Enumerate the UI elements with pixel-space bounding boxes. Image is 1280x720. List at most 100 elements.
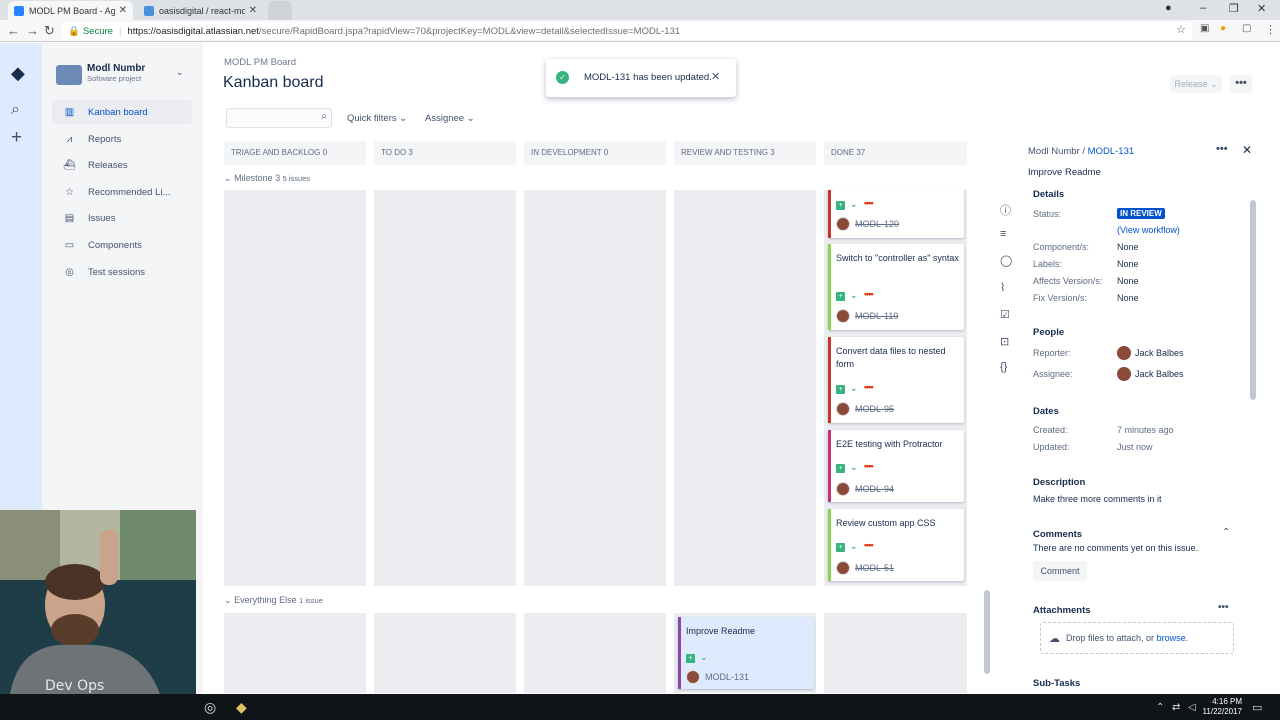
- close-window-icon[interactable]: ✕: [1257, 2, 1266, 15]
- issue-key[interactable]: MODL-131: [705, 672, 749, 682]
- description-icon[interactable]: ≡: [1000, 228, 1006, 240]
- attachment-dropzone[interactable]: ☁ Drop files to attach, or browse.: [1040, 622, 1234, 654]
- tab-label: MODL PM Board - Agile: [29, 5, 115, 16]
- notifications-icon[interactable]: ▭: [1252, 701, 1262, 714]
- tray-chevron-icon[interactable]: ⌃: [1156, 702, 1164, 713]
- detail-scrollbar[interactable]: [1250, 200, 1256, 400]
- dates-heading: Dates: [1033, 406, 1059, 417]
- create-icon[interactable]: +: [11, 127, 22, 149]
- extension-icon[interactable]: ▢: [1242, 23, 1251, 34]
- board-search-input[interactable]: ⌕: [226, 108, 332, 128]
- bookmark-star-icon[interactable]: ☆: [1176, 23, 1186, 36]
- sidebar-item-reports[interactable]: ⩘ Reports: [52, 127, 192, 151]
- start-icon[interactable]: ◎: [204, 699, 216, 716]
- assignee-value[interactable]: Jack Balbes: [1135, 369, 1184, 379]
- compass-icon: ◎: [65, 266, 74, 278]
- close-tab-icon[interactable]: ✕: [249, 5, 257, 16]
- address-bar-row: ← → ↻ 🔒 Secure | https://oasisdigital.at…: [0, 20, 1280, 42]
- collapse-icon[interactable]: ⌃: [1222, 527, 1230, 538]
- back-icon[interactable]: ←: [7, 23, 20, 38]
- extension-icon[interactable]: ●: [1220, 23, 1226, 34]
- release-button[interactable]: Release ⌄: [1170, 75, 1222, 93]
- card-color-bar: [828, 337, 831, 423]
- browse-link[interactable]: browse.: [1157, 633, 1189, 643]
- reload-icon[interactable]: ↻: [44, 23, 55, 39]
- project-name[interactable]: Modl Numbr: [87, 63, 145, 74]
- detail-more-icon[interactable]: •••: [1216, 143, 1228, 155]
- issue-card[interactable]: E2E testing with Protractor + ⌄ •••• MOD…: [828, 430, 964, 502]
- issue-card-selected[interactable]: Improve Readme + ⌄ MODL-131: [678, 617, 814, 689]
- issue-key[interactable]: MODL-94: [855, 484, 894, 494]
- comment-button[interactable]: Comment: [1033, 561, 1087, 581]
- field-value[interactable]: None: [1117, 293, 1139, 303]
- sidebar-item-kanban-board[interactable]: ▥ Kanban board: [52, 100, 192, 124]
- reporter-value[interactable]: Jack Balbes: [1135, 348, 1184, 358]
- app-icon[interactable]: ◆: [236, 699, 247, 716]
- info-icon[interactable]: ⓘ: [1000, 202, 1011, 218]
- issue-key[interactable]: MODL-119: [855, 311, 898, 321]
- issue-key-link[interactable]: MODL-131: [1088, 146, 1134, 157]
- minimize-icon[interactable]: –: [1200, 2, 1206, 14]
- board-more-button[interactable]: •••: [1230, 75, 1252, 93]
- issue-summary: Review custom app CSS: [836, 518, 936, 528]
- chrome-menu-icon[interactable]: ⋮: [1265, 23, 1276, 36]
- close-icon[interactable]: ✕: [1242, 143, 1252, 157]
- field-label: Labels:: [1033, 259, 1063, 269]
- story-icon: +: [836, 201, 845, 210]
- forward-icon[interactable]: →: [26, 23, 39, 38]
- sidebar-item-recommended-links[interactable]: ☆ Recommended Li...: [52, 180, 192, 204]
- maximize-icon[interactable]: ❐: [1229, 2, 1239, 15]
- url-input[interactable]: 🔒 Secure | https://oasisdigital.atlassia…: [62, 22, 1192, 40]
- description-text[interactable]: Make three more comments in it: [1033, 494, 1162, 504]
- close-tab-icon[interactable]: ✕: [119, 5, 127, 16]
- field-value[interactable]: None: [1117, 259, 1139, 269]
- close-icon[interactable]: ✕: [711, 70, 720, 83]
- status-badge[interactable]: IN REVIEW: [1117, 208, 1165, 219]
- issue-card[interactable]: Convert data files to nested form + ⌄ ••…: [828, 337, 964, 423]
- search-icon: ⌕: [321, 111, 327, 122]
- issue-key[interactable]: MODL-95: [855, 404, 894, 414]
- sidebar-item-components[interactable]: ▭ Components: [52, 233, 192, 257]
- extension-icon[interactable]: ▣: [1200, 23, 1209, 34]
- issue-title[interactable]: Improve Readme: [1028, 167, 1101, 178]
- no-comments-text: There are no comments yet on this issue.: [1033, 543, 1199, 553]
- issue-card[interactable]: + ⌄ •••• MODL-120: [828, 190, 964, 238]
- board-cell: [674, 190, 816, 586]
- new-tab-button[interactable]: [268, 1, 292, 20]
- browser-tab-github[interactable]: oasisdigital / react-modl ✕: [138, 1, 263, 20]
- sidebar-item-issues[interactable]: ▤ Issues: [52, 206, 192, 230]
- browser-tab-jira[interactable]: MODL PM Board - Agile ✕: [8, 1, 133, 20]
- sidebar-item-releases[interactable]: ⛴ Releases: [52, 153, 192, 177]
- volume-icon[interactable]: ◁: [1188, 702, 1196, 713]
- card-color-bar: [828, 244, 831, 330]
- chevron-down-icon: ⌄: [224, 595, 232, 605]
- quick-filters-dropdown[interactable]: Quick filters ⌄: [347, 113, 407, 124]
- project-avatar[interactable]: [56, 65, 82, 85]
- issue-key[interactable]: MODL-120: [855, 219, 899, 229]
- profile-icon[interactable]: ●: [1165, 2, 1172, 14]
- issue-card[interactable]: Review custom app CSS + ⌄ •••• MODL-51: [828, 509, 964, 581]
- search-icon[interactable]: ⌕: [11, 101, 20, 119]
- subtask-icon[interactable]: ☑: [1000, 308, 1010, 321]
- comment-icon[interactable]: ◯: [1000, 254, 1012, 267]
- jira-logo-icon[interactable]: ◆: [11, 63, 25, 84]
- field-value[interactable]: None: [1117, 276, 1139, 286]
- issue-key[interactable]: MODL-51: [855, 563, 894, 573]
- card-color-bar: [678, 617, 681, 689]
- swimlane-header[interactable]: ⌄ Everything Else 1 issue: [224, 595, 323, 606]
- attachments-more-icon[interactable]: •••: [1218, 602, 1229, 613]
- code-icon[interactable]: {}: [1000, 361, 1007, 373]
- estimate-dots-icon: ••••: [864, 540, 874, 550]
- swimlane-header[interactable]: ⌄ Milestone 3 5 issues: [224, 173, 310, 184]
- screenshot-icon[interactable]: ⊡: [1000, 335, 1009, 348]
- view-workflow-link[interactable]: (View workflow): [1117, 225, 1180, 235]
- assignee-dropdown[interactable]: Assignee ⌄: [425, 113, 475, 124]
- breadcrumb[interactable]: MODL PM Board: [224, 57, 296, 68]
- chevron-down-icon[interactable]: ⌄: [176, 67, 184, 78]
- attachment-icon[interactable]: ⌇: [1000, 281, 1005, 294]
- taskbar-clock[interactable]: 4:16 PM 11/22/2017: [1200, 697, 1242, 717]
- field-value[interactable]: None: [1117, 242, 1139, 252]
- issue-card[interactable]: Switch to "controller as" syntax + ⌄ •••…: [828, 244, 964, 330]
- network-icon[interactable]: ⇄: [1172, 702, 1180, 713]
- sidebar-item-test-sessions[interactable]: ◎ Test sessions: [52, 260, 192, 284]
